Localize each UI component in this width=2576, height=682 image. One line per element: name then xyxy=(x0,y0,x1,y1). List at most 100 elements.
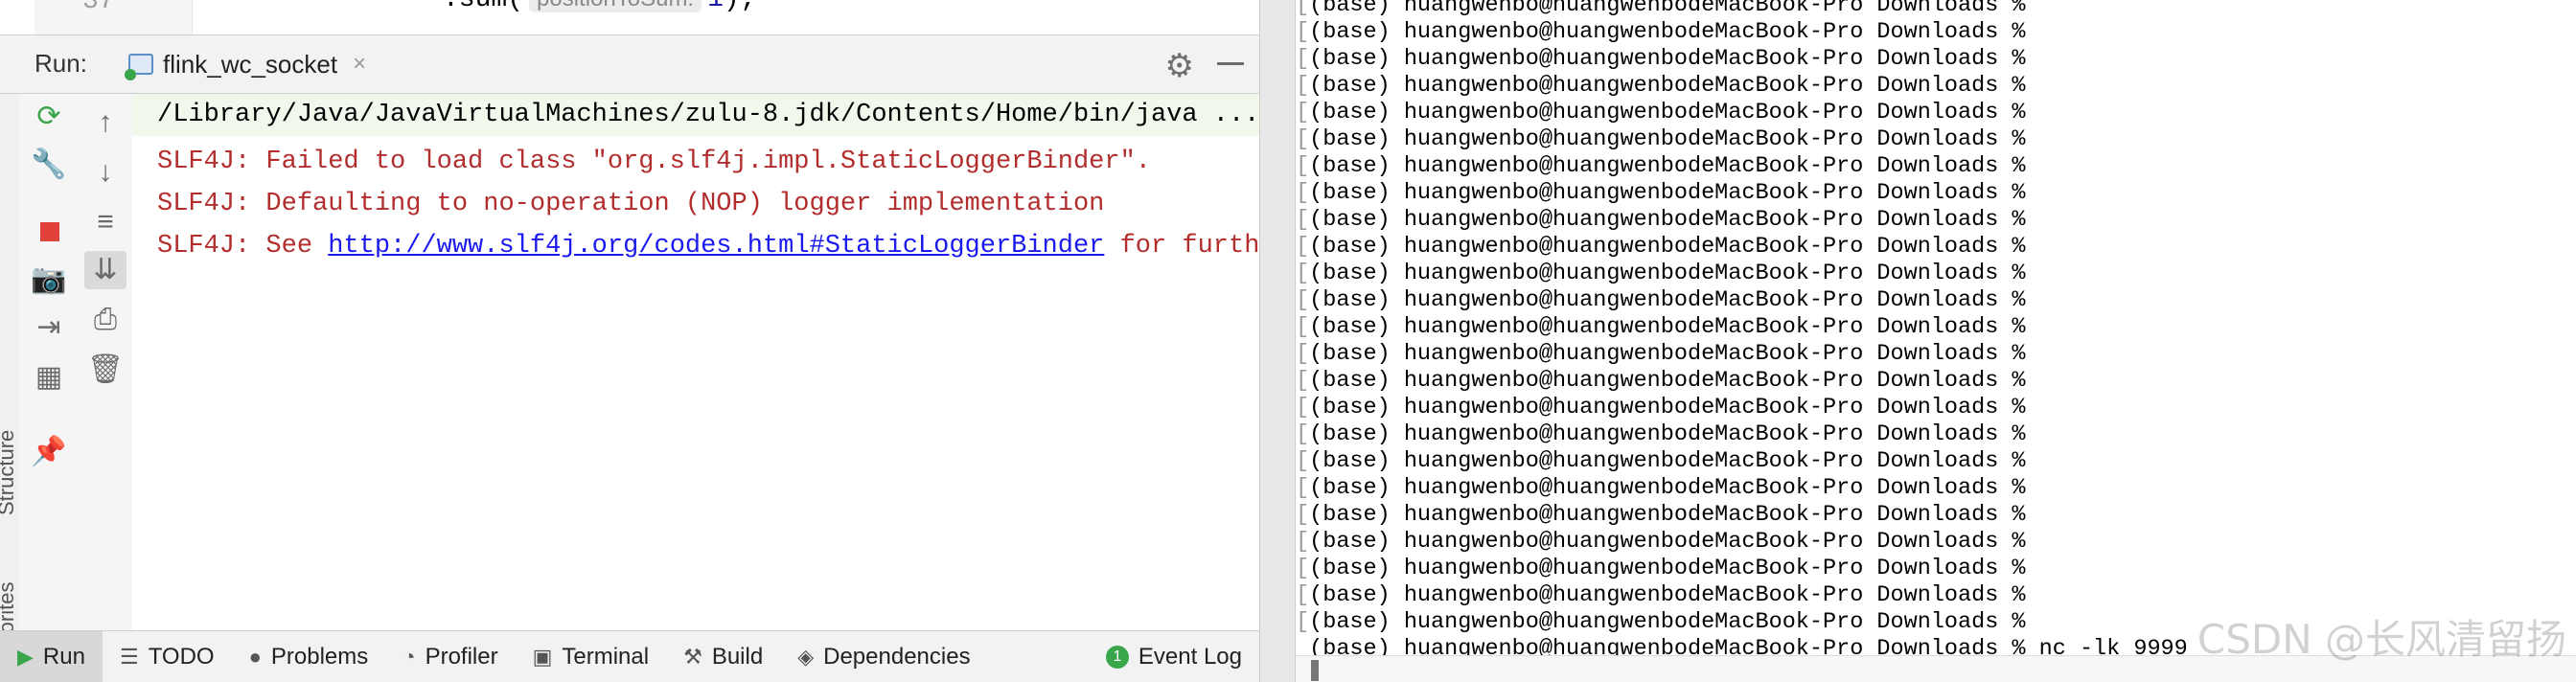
terminal-prompt: (base) huangwenbo@huangwenbodeMacBook-Pr… xyxy=(1309,0,2026,18)
terminal-prompt: (base) huangwenbo@huangwenbodeMacBook-Pr… xyxy=(1309,126,2026,152)
run-tab-label: flink_wc_socket xyxy=(163,49,338,79)
line-marker: [ xyxy=(1296,234,1310,260)
trash-icon[interactable]: 🗑 xyxy=(79,351,132,389)
run-toolbar-primary: ⟳ 🔧 ■ 📷 ⇥ ▦ 📌 xyxy=(19,94,80,630)
line-marker: [ xyxy=(1296,556,1310,581)
line-marker: [ xyxy=(1296,287,1310,313)
rerun-icon[interactable]: ⟳ xyxy=(19,98,79,136)
tab-run-label: Run xyxy=(42,643,85,670)
terminal-prompt: (base) huangwenbo@huangwenbodeMacBook-Pr… xyxy=(1309,73,2026,99)
tab-event-log[interactable]: 1 Event Log xyxy=(1089,631,1259,682)
tab-problems[interactable]: ● Problems xyxy=(232,631,386,682)
import-icon[interactable]: ⇥ xyxy=(19,308,79,347)
line-marker: [ xyxy=(1296,19,1310,45)
soft-wrap-icon[interactable]: ≡ xyxy=(79,203,132,241)
terminal-line: [(base) huangwenbo@huangwenbodeMacBook-P… xyxy=(1296,448,2188,475)
run-config-icon xyxy=(125,54,153,80)
console-error-line-2: SLF4J: Defaulting to no-operation (NOP) … xyxy=(157,190,1105,218)
run-tab-flink-wc-socket[interactable]: flink_wc_socket × xyxy=(115,35,380,93)
line-marker: [ xyxy=(1296,0,1310,18)
stop-icon[interactable]: ■ xyxy=(19,213,79,251)
code-line[interactable]: .sum(positionToSum: 1); xyxy=(443,0,756,14)
scroll-marker xyxy=(1311,660,1319,681)
line-marker: [ xyxy=(1296,46,1310,72)
terminal-line: [(base) huangwenbo@huangwenbodeMacBook-P… xyxy=(1296,73,2188,100)
terminal-line: [(base) huangwenbo@huangwenbodeMacBook-P… xyxy=(1296,46,2188,73)
line-marker: [ xyxy=(1296,395,1310,421)
terminal-line: [(base) huangwenbo@huangwenbodeMacBook-P… xyxy=(1296,0,2188,19)
terminal-prompt: (base) huangwenbo@huangwenbodeMacBook-Pr… xyxy=(1309,475,2026,501)
terminal-line: [(base) huangwenbo@huangwenbodeMacBook-P… xyxy=(1296,502,2188,529)
code-arg: 1 xyxy=(707,0,724,14)
event-count-badge: 1 xyxy=(1105,645,1129,669)
line-marker: [ xyxy=(1296,261,1310,286)
line-marker: [ xyxy=(1296,582,1310,608)
terminal-line: [(base) huangwenbo@huangwenbodeMacBook-P… xyxy=(1296,341,2188,368)
gear-icon[interactable]: ⚙ xyxy=(1165,47,1194,85)
run-toolbar-secondary: ↑ ↓ ≡ ⇊ ⎙ 🗑 xyxy=(79,94,133,630)
terminal-line: [(base) huangwenbo@huangwenbodeMacBook-P… xyxy=(1296,19,2188,46)
arrow-up-icon[interactable]: ↑ xyxy=(79,103,132,142)
slf4j-codes-link[interactable]: http://www.slf4j.org/codes.html#StaticLo… xyxy=(328,232,1104,261)
tab-problems-label: Problems xyxy=(270,643,369,670)
list-icon: ☰ xyxy=(119,644,139,669)
minimize-icon[interactable] xyxy=(1217,62,1244,65)
camera-icon[interactable]: 📷 xyxy=(19,261,79,299)
terminal-line: [(base) huangwenbo@huangwenbodeMacBook-P… xyxy=(1296,100,2188,126)
pin-icon[interactable]: 📌 xyxy=(19,433,79,471)
arrow-down-icon[interactable]: ↓ xyxy=(79,153,132,192)
tab-dependencies[interactable]: ◈ Dependencies xyxy=(780,631,987,682)
line-number: 37 xyxy=(82,0,115,16)
terminal-line: [(base) huangwenbo@huangwenbodeMacBook-P… xyxy=(1296,126,2188,153)
line-marker: [ xyxy=(1296,529,1310,555)
line-marker: [ xyxy=(1296,341,1310,367)
csdn-watermark: CSDN @长风清留扬 xyxy=(2196,616,2566,663)
tab-terminal-label: Terminal xyxy=(562,643,650,670)
line-marker: [ xyxy=(1296,314,1310,340)
print-icon[interactable]: ⎙ xyxy=(79,301,132,339)
play-icon: ▶ xyxy=(17,644,34,669)
terminal-prompt: (base) huangwenbo@huangwenbodeMacBook-Pr… xyxy=(1309,395,2026,421)
line-marker: [ xyxy=(1296,475,1310,501)
terminal-prompt: (base) huangwenbo@huangwenbodeMacBook-Pr… xyxy=(1309,261,2026,286)
console-output[interactable]: /Library/Java/JavaVirtualMachines/zulu-8… xyxy=(132,94,1259,630)
close-icon[interactable]: × xyxy=(353,51,366,78)
terminal-prompt: (base) huangwenbo@huangwenbodeMacBook-Pr… xyxy=(1309,46,2026,72)
code-prefix: .sum( xyxy=(443,0,523,14)
terminal-window[interactable]: [(base) huangwenbo@huangwenbodeMacBook-P… xyxy=(1296,0,2576,682)
tab-todo-label: TODO xyxy=(148,643,215,670)
see-prefix: SLF4J: See xyxy=(157,232,329,261)
terminal-line: [(base) huangwenbo@huangwenbodeMacBook-P… xyxy=(1296,180,2188,207)
terminal-line: [(base) huangwenbo@huangwenbodeMacBook-P… xyxy=(1296,261,2188,287)
tab-run[interactable]: ▶ Run xyxy=(0,630,103,682)
param-hint: positionToSum: xyxy=(529,0,702,12)
terminal-line: [(base) huangwenbo@huangwenbodeMacBook-P… xyxy=(1296,314,2188,341)
scroll-to-end-icon[interactable]: ⇊ xyxy=(84,251,126,289)
tab-terminal[interactable]: ▣ Terminal xyxy=(516,631,667,682)
structure-tool-tab[interactable]: Structure xyxy=(0,430,19,515)
console-error-line-3: SLF4J: See http://www.slf4j.org/codes.ht… xyxy=(157,232,1259,261)
tab-event-log-label: Event Log xyxy=(1138,643,1242,670)
terminal-prompt: (base) huangwenbo@huangwenbodeMacBook-Pr… xyxy=(1309,421,2026,447)
terminal-line: [(base) huangwenbo@huangwenbodeMacBook-P… xyxy=(1296,395,2188,421)
terminal-prompt: (base) huangwenbo@huangwenbodeMacBook-Pr… xyxy=(1309,368,2026,394)
console-error-line-1: SLF4J: Failed to load class "org.slf4j.i… xyxy=(157,148,1151,176)
wrench-icon[interactable]: 🔧 xyxy=(19,146,79,184)
terminal-prompt: (base) huangwenbo@huangwenbodeMacBook-Pr… xyxy=(1309,234,2026,260)
terminal-line: [(base) huangwenbo@huangwenbodeMacBook-P… xyxy=(1296,287,2188,314)
run-label: Run: xyxy=(34,49,87,78)
tab-profiler-label: Profiler xyxy=(425,643,498,670)
profiler-icon: ◔ xyxy=(402,644,416,669)
line-marker: [ xyxy=(1296,421,1310,447)
tab-profiler[interactable]: ◔ Profiler xyxy=(385,631,515,682)
terminal-line: [(base) huangwenbo@huangwenbodeMacBook-P… xyxy=(1296,368,2188,395)
layout-icon[interactable]: ▦ xyxy=(19,358,79,397)
terminal-line: [(base) huangwenbo@huangwenbodeMacBook-P… xyxy=(1296,207,2188,234)
terminal-line: [(base) huangwenbo@huangwenbodeMacBook-P… xyxy=(1296,556,2188,582)
tab-build[interactable]: ⚒ Build xyxy=(666,631,780,682)
terminal-prompt: (base) huangwenbo@huangwenbodeMacBook-Pr… xyxy=(1309,287,2026,313)
tab-todo[interactable]: ☰ TODO xyxy=(103,631,232,682)
editor-area[interactable]: 37 .sum(positionToSum: 1); xyxy=(0,0,1259,34)
terminal-prompt: (base) huangwenbo@huangwenbodeMacBook-Pr… xyxy=(1309,314,2026,340)
terminal-line: [(base) huangwenbo@huangwenbodeMacBook-P… xyxy=(1296,582,2188,609)
